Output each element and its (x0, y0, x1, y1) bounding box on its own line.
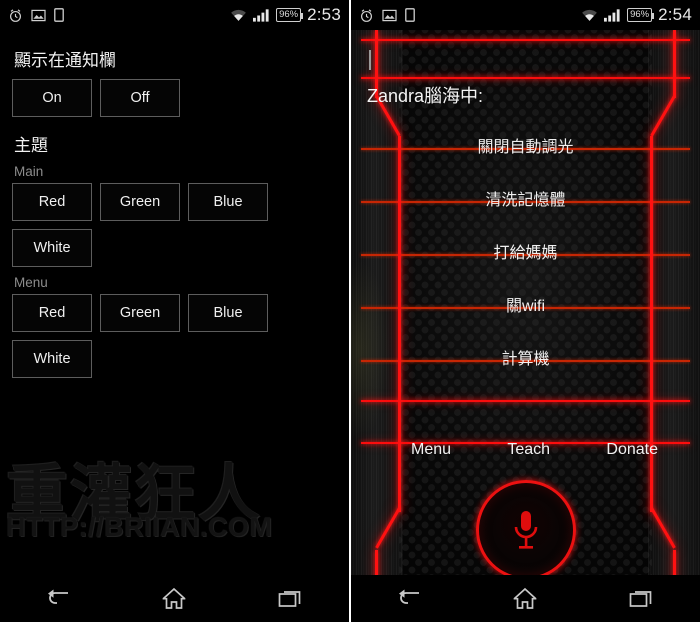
voice-command-input[interactable] (365, 42, 686, 78)
status-bar-clock: 2:54 (658, 5, 692, 24)
main-theme-subtitle: Main (14, 164, 44, 179)
left-status-bar: 96% 2:53 (0, 0, 349, 30)
home-button[interactable] (490, 579, 560, 619)
list-item[interactable]: 清洗記憶體 (351, 171, 700, 224)
status-bar-right-icons: 96% 2:54 (581, 5, 692, 25)
back-icon (48, 589, 69, 604)
recents-icon (629, 590, 652, 607)
text-caret (369, 50, 371, 70)
right-nav-bar (351, 575, 700, 622)
list-item[interactable]: 計算機 (351, 330, 700, 383)
alarm-icon (361, 8, 372, 22)
sim-card-icon (405, 8, 415, 22)
suggestion-list: 關閉自動調光 清洗記憶體 打給媽媽 關wifi 計算機 (351, 118, 700, 383)
menu-button[interactable]: Menu (411, 441, 451, 459)
battery-indicator: 96% (276, 8, 304, 22)
battery-percent-label: 96% (279, 9, 299, 20)
menu-theme-subtitle: Menu (14, 275, 48, 290)
menu-theme-red-button[interactable]: Red (12, 294, 92, 332)
list-item[interactable]: 關wifi (351, 277, 700, 330)
screenshot-icon (31, 9, 46, 21)
notification-off-button[interactable]: Off (100, 79, 180, 117)
watermark-url-text: HTTP://BRIIAN.COM (6, 512, 273, 542)
microphone-button[interactable] (475, 480, 576, 580)
home-icon (514, 587, 537, 609)
watermark: 重灌狂人 HTTP://BRIIAN.COM (6, 462, 276, 543)
zandra-app-screen: Zandra腦海中: 關閉自動調光 清洗記憶體 打給媽媽 關wifi 計算機 M… (351, 30, 700, 592)
donate-button[interactable]: Donate (606, 441, 658, 459)
main-theme-row-2: White (12, 229, 337, 267)
notification-toggle-row: On Off (12, 79, 337, 117)
sim-card-icon (54, 8, 64, 22)
home-icon (163, 587, 186, 609)
dual-screenshot-container: 96% 2:53 顯示在通知欄 On Off 主題 Main Red Green… (0, 0, 700, 622)
list-item[interactable]: 關閉自動調光 (351, 118, 700, 171)
status-bar-right-icons: 96% 2:53 (230, 5, 341, 25)
status-bar-left-icons (8, 8, 64, 23)
zandra-content: Zandra腦海中: 關閉自動調光 清洗記憶體 打給媽媽 關wifi 計算機 M… (351, 30, 700, 592)
menu-theme-row-2: White (12, 340, 337, 378)
signal-bars-icon (604, 9, 620, 22)
screenshot-icon (382, 9, 397, 21)
menu-theme-white-button[interactable]: White (12, 340, 92, 378)
signal-bars-icon (253, 9, 269, 22)
mic-button-wrapper (351, 480, 700, 580)
notification-on-button[interactable]: On (12, 79, 92, 117)
main-theme-red-button[interactable]: Red (12, 183, 92, 221)
left-nav-bar (0, 575, 349, 622)
battery-percent-label: 96% (630, 9, 650, 20)
recents-icon (278, 590, 301, 607)
wifi-icon (582, 9, 597, 21)
wifi-icon (231, 9, 246, 21)
app-menu-bar: Menu Teach Donate (411, 430, 658, 470)
menu-theme-row-1: Red Green Blue (12, 294, 337, 332)
status-bar-clock: 2:53 (307, 5, 341, 24)
menu-theme-blue-button[interactable]: Blue (188, 294, 268, 332)
back-icon (399, 589, 420, 604)
teach-button[interactable]: Teach (507, 441, 550, 459)
right-phone-screen: 96% 2:54 Zandra腦海中: 關閉自動調光 清洗記憶體 打給媽媽 關w… (351, 0, 700, 622)
recents-button[interactable] (256, 579, 326, 619)
recents-button[interactable] (607, 579, 677, 619)
main-theme-white-button[interactable]: White (12, 229, 92, 267)
notification-section-title: 顯示在通知欄 (14, 51, 116, 70)
settings-screen: 顯示在通知欄 On Off 主題 Main Red Green Blue Whi… (0, 30, 349, 592)
menu-theme-green-button[interactable]: Green (100, 294, 180, 332)
back-button[interactable] (374, 579, 444, 619)
back-button[interactable] (23, 579, 93, 619)
watermark-chinese-text: 重灌狂人 (6, 457, 263, 530)
theme-section-title: 主題 (14, 136, 48, 155)
microphone-icon (514, 511, 537, 549)
prompt-label: Zandra腦海中: (367, 86, 484, 106)
home-button[interactable] (139, 579, 209, 619)
status-bar-left-icons (359, 8, 415, 23)
main-theme-blue-button[interactable]: Blue (188, 183, 268, 221)
main-theme-green-button[interactable]: Green (100, 183, 180, 221)
alarm-icon (10, 8, 21, 22)
list-item[interactable]: 打給媽媽 (351, 224, 700, 277)
main-theme-row-1: Red Green Blue (12, 183, 337, 221)
left-phone-screen: 96% 2:53 顯示在通知欄 On Off 主題 Main Red Green… (0, 0, 349, 622)
battery-indicator: 96% (627, 8, 655, 22)
right-status-bar: 96% 2:54 (351, 0, 700, 30)
